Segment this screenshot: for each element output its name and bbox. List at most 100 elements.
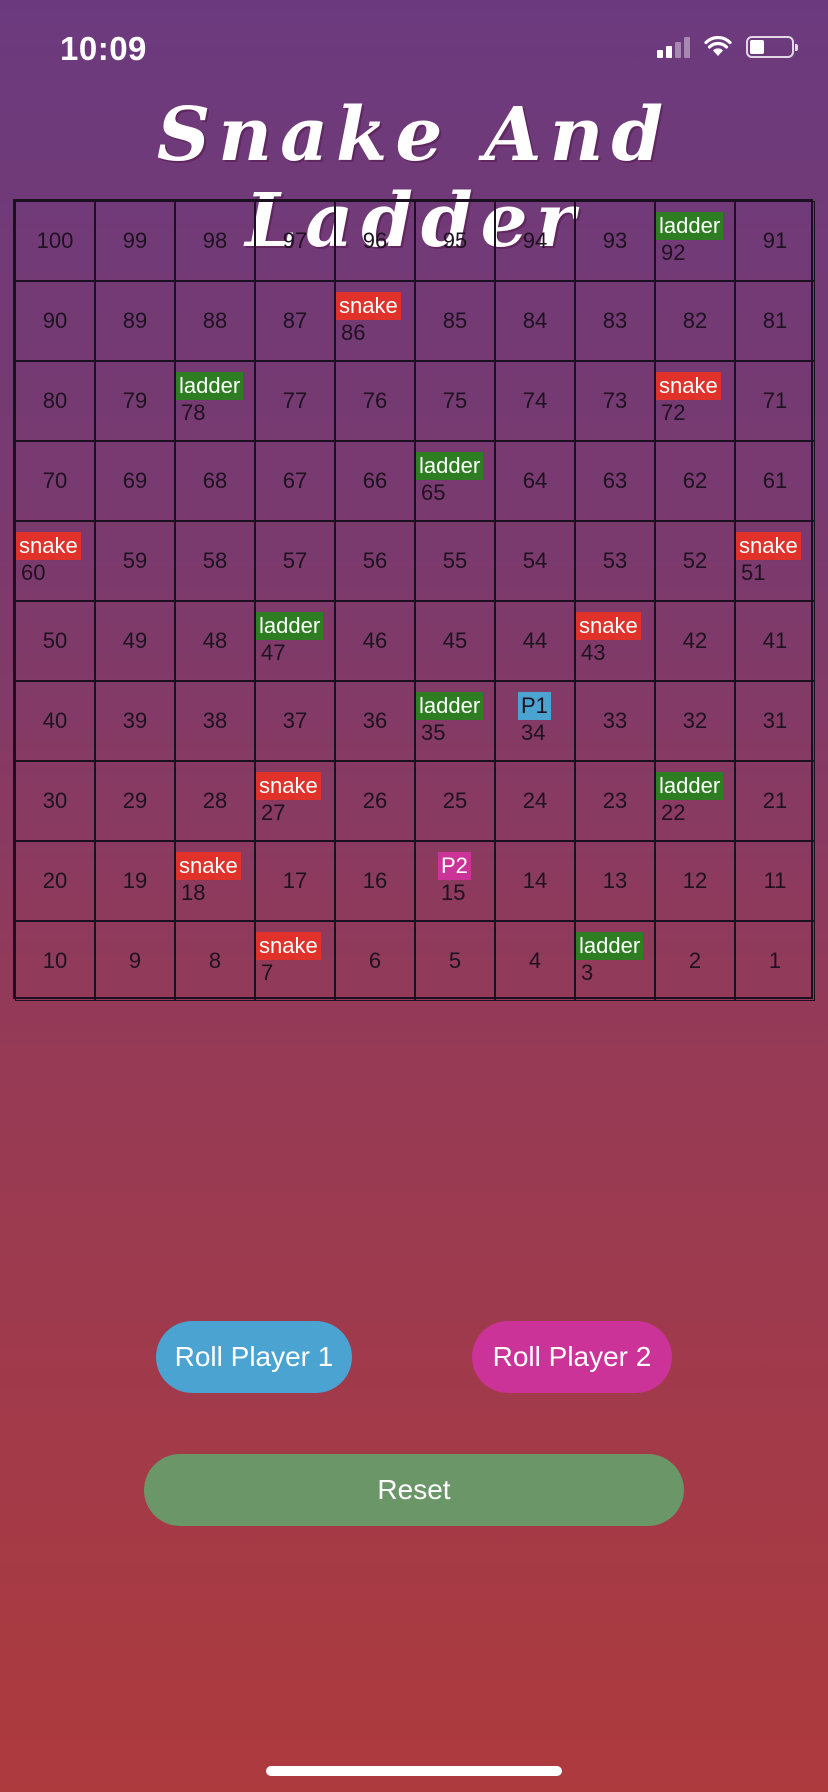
cell-number: 44 (522, 628, 548, 653)
cell-number: 38 (202, 708, 228, 733)
cell-number: 41 (762, 628, 788, 653)
board-cell: 39 (95, 681, 175, 761)
cell-number: 66 (362, 468, 388, 493)
player-2-token: P2 (438, 852, 471, 880)
cell-number: 36 (362, 708, 388, 733)
board-cell: 55 (415, 521, 495, 601)
board-cell: 85 (415, 281, 495, 361)
board-cell: 25 (415, 761, 495, 841)
status-icons (657, 36, 798, 58)
snake-label: snake (256, 932, 321, 960)
board-cell: 9 (95, 921, 175, 1001)
ladder-label: ladder (576, 932, 644, 960)
cell-number: 47 (261, 640, 286, 665)
cell-number: 31 (762, 708, 788, 733)
cell-number: 18 (181, 880, 206, 905)
ladder-label: ladder (176, 372, 244, 400)
cell-number: 45 (442, 628, 468, 653)
board-cell: snake 7 (255, 921, 335, 1001)
cell-number: 94 (522, 228, 548, 253)
board-cell: ladder 92 (655, 201, 735, 281)
board-cell: 29 (95, 761, 175, 841)
board-cell: 70 (15, 441, 95, 521)
board-cell: ladder 35 (415, 681, 495, 761)
board-cell: snake 27 (255, 761, 335, 841)
board-cell: 69 (95, 441, 175, 521)
board-cell: 45 (415, 601, 495, 681)
cell-number: 29 (122, 788, 148, 813)
cell-number: 80 (42, 388, 68, 413)
roll-player-2-button[interactable]: Roll Player 2 (472, 1321, 672, 1393)
board-cell: 48 (175, 601, 255, 681)
board-cell: 75 (415, 361, 495, 441)
cell-number: 85 (442, 308, 468, 333)
home-indicator[interactable] (266, 1766, 562, 1776)
board-cell: 98 (175, 201, 255, 281)
cell-number: 63 (602, 468, 628, 493)
game-board: 100 99 98 97 96 95 94 93 ladder 92 91 90 89 88 87 snake… (13, 199, 815, 1001)
cell-number: 90 (42, 308, 68, 333)
cell-number: 54 (522, 548, 548, 573)
snake-label: snake (256, 772, 321, 800)
cell-number: 51 (741, 560, 766, 585)
board-cell: 42 (655, 601, 735, 681)
snake-label: snake (656, 372, 721, 400)
board-cell: snake 72 (655, 361, 735, 441)
cell-number: 68 (202, 468, 228, 493)
board-cell: 89 (95, 281, 175, 361)
cell-number: 35 (421, 720, 446, 745)
cell-number: 43 (581, 640, 606, 665)
cell-number: 56 (362, 548, 388, 573)
board-cell: 61 (735, 441, 815, 521)
board-cell: snake 51 (735, 521, 815, 601)
cell-number: 27 (261, 800, 286, 825)
cell-number: 57 (282, 548, 308, 573)
board-cell: 46 (335, 601, 415, 681)
board-cell: 37 (255, 681, 335, 761)
cell-number: 64 (522, 468, 548, 493)
snake-label: snake (736, 532, 801, 560)
cell-number: 10 (42, 948, 68, 973)
reset-button[interactable]: Reset (144, 1454, 684, 1526)
roll-player-1-button[interactable]: Roll Player 1 (156, 1321, 352, 1393)
cell-number: 96 (362, 228, 388, 253)
cell-number: 13 (602, 868, 628, 893)
board-cell: 68 (175, 441, 255, 521)
board-cell: 49 (95, 601, 175, 681)
board-cell: 40 (15, 681, 95, 761)
board-cell: 90 (15, 281, 95, 361)
cell-number: 53 (602, 548, 628, 573)
cell-number: 30 (42, 788, 68, 813)
cell-number: 8 (208, 948, 222, 973)
cell-number: 60 (21, 560, 46, 585)
board-cell: 26 (335, 761, 415, 841)
cell-number: 76 (362, 388, 388, 413)
board-cell: 52 (655, 521, 735, 601)
snake-label: snake (576, 612, 641, 640)
cell-number: 4 (528, 948, 542, 973)
cell-number: 83 (602, 308, 628, 333)
board-cell: 84 (495, 281, 575, 361)
status-time: 10:09 (60, 30, 147, 67)
board-cell: 99 (95, 201, 175, 281)
board-cell: 32 (655, 681, 735, 761)
cell-number: 48 (202, 628, 228, 653)
board-cell: snake 60 (15, 521, 95, 601)
cell-number: 9 (128, 948, 142, 973)
board-cell: 88 (175, 281, 255, 361)
board-cell: 83 (575, 281, 655, 361)
board-cell: 87 (255, 281, 335, 361)
board-cell: 11 (735, 841, 815, 921)
cell-number: 7 (261, 960, 274, 985)
board-cell: snake 18 (175, 841, 255, 921)
board-cell: 36 (335, 681, 415, 761)
cell-number: 50 (42, 628, 68, 653)
board-cell: 97 (255, 201, 335, 281)
board-cell: 66 (335, 441, 415, 521)
board-cell: 13 (575, 841, 655, 921)
board-cell: ladder 22 (655, 761, 735, 841)
cell-number: 77 (282, 388, 308, 413)
board-cell: 23 (575, 761, 655, 841)
board-cell: 71 (735, 361, 815, 441)
cell-number: 75 (442, 388, 468, 413)
